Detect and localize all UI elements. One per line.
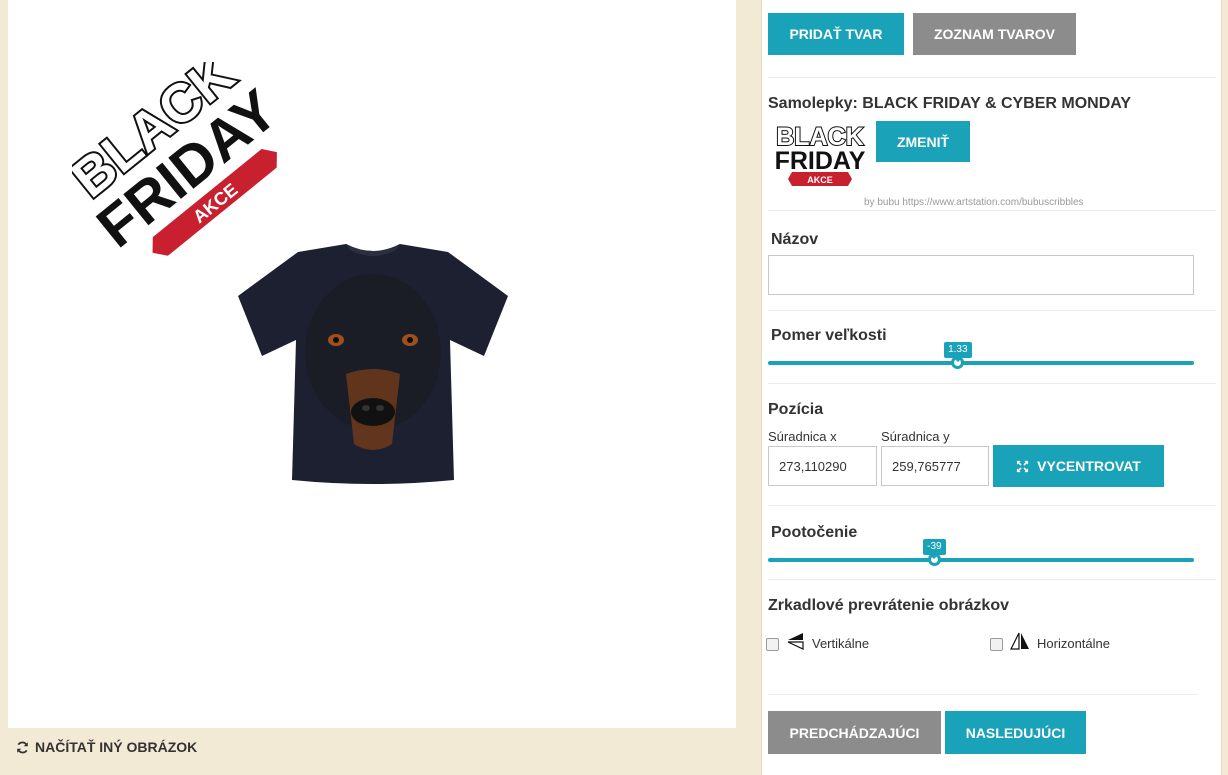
change-sticker-button[interactable]: ZMENIŤ	[876, 121, 970, 162]
y-coordinate-input[interactable]	[881, 446, 989, 486]
vertical-flip-icon	[787, 633, 804, 650]
sticker-credit[interactable]: by bubu https://www.artstation.com/bubus…	[864, 197, 1084, 208]
divider	[768, 210, 1216, 211]
black-friday-sticker[interactable]: BLACK FRIDAY AKCE	[72, 62, 292, 267]
sticker-thumbnail: BLACK FRIDAY AKCE	[775, 122, 866, 186]
rotation-value-tooltip: -39	[923, 539, 946, 559]
x-coordinate-input[interactable]	[768, 446, 877, 486]
y-coordinate-label: Súradnica y	[881, 429, 950, 444]
thumb-ribbon: AKCE	[807, 175, 833, 185]
position-section-title: Pozícia	[768, 401, 824, 418]
thumb-line2: FRIDAY	[775, 147, 866, 175]
divider	[768, 383, 1216, 384]
expand-icon	[1017, 460, 1029, 472]
name-input[interactable]	[768, 255, 1194, 295]
center-button-label: VYCENTROVAT	[1037, 458, 1141, 474]
divider	[768, 77, 1216, 78]
horizontal-flip-icon	[1010, 632, 1029, 650]
reload-image-label: NAČÍTAŤ INÝ OBRÁZOK	[35, 739, 198, 755]
scale-slider-track[interactable]	[768, 361, 1194, 365]
previous-button[interactable]: PREDCHÁDZAJÚCI	[768, 711, 941, 754]
design-canvas[interactable]: BLACK FRIDAY AKCE	[8, 0, 736, 728]
name-section-title: Názov	[771, 231, 819, 248]
horizontal-flip-checkbox[interactable]	[990, 638, 1003, 651]
horizontal-flip-label: Horizontálne	[1037, 636, 1110, 651]
divider	[768, 310, 1216, 311]
mirror-section-title: Zrkadlové prevrátenie obrázkov	[768, 597, 1009, 614]
refresh-icon	[17, 741, 28, 753]
scale-section-title: Pomer veľkosti	[771, 327, 887, 344]
shape-list-button[interactable]: ZOZNAM TVAROV	[913, 13, 1076, 55]
center-button[interactable]: VYCENTROVAT	[993, 445, 1164, 487]
next-button[interactable]: NASLEDUJÚCI	[945, 711, 1086, 754]
editor-panel	[761, 0, 1222, 775]
divider	[768, 694, 1198, 695]
add-shape-button[interactable]: PRIDAŤ TVAR	[768, 13, 904, 55]
x-coordinate-label: Súradnica x	[768, 429, 837, 444]
divider	[768, 579, 1216, 580]
reload-image-button[interactable]: NAČÍTAŤ INÝ OBRÁZOK	[16, 737, 197, 757]
vertical-flip-checkbox[interactable]	[766, 638, 779, 651]
divider	[768, 505, 1216, 506]
scale-value-tooltip: 1.33	[944, 342, 972, 362]
tshirt-image	[238, 244, 508, 484]
vertical-flip-label: Vertikálne	[812, 636, 870, 651]
sticker-section-title: Samolepky: BLACK FRIDAY & CYBER MONDAY	[768, 95, 1132, 112]
rotation-section-title: Pootočenie	[771, 524, 858, 541]
rotation-slider-track[interactable]	[768, 558, 1194, 562]
